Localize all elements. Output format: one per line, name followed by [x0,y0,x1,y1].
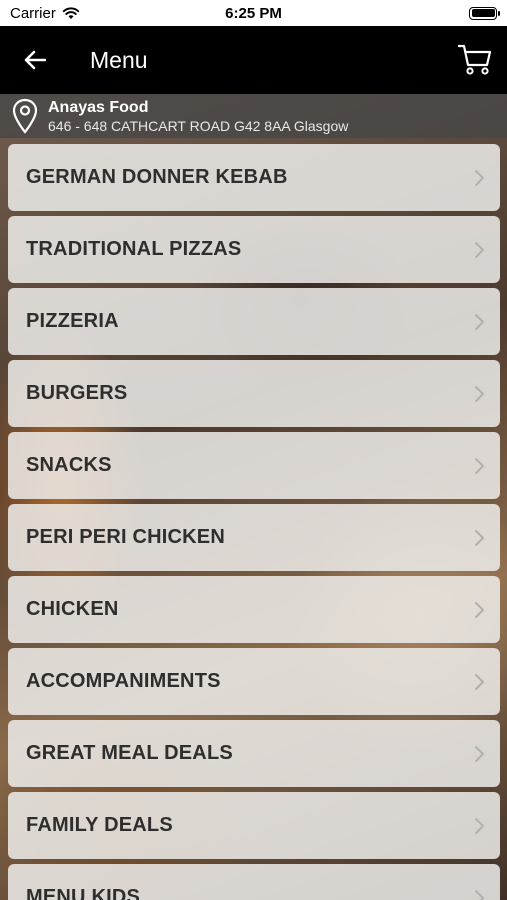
chevron-right-icon [475,673,484,690]
wifi-icon [62,7,80,19]
menu-item-great-meal-deals[interactable]: GREAT MEAL DEALS [8,720,500,787]
menu-item-menu-kids[interactable]: MENU KIDS [8,864,500,900]
menu-item-traditional-pizzas[interactable]: TRADITIONAL PIZZAS [8,216,500,283]
menu-item-label: CHICKEN [26,598,119,620]
menu-item-accompaniments[interactable]: ACCOMPANIMENTS [8,648,500,715]
chevron-right-icon [475,745,484,762]
chevron-right-icon [475,529,484,546]
chevron-right-icon [475,241,484,258]
chevron-right-icon [475,313,484,330]
chevron-right-icon [475,169,484,186]
chevron-right-icon [475,817,484,834]
cart-button[interactable] [455,40,495,80]
menu-item-label: GREAT MEAL DEALS [26,742,233,764]
status-left: Carrier [10,5,80,22]
menu-item-chicken[interactable]: CHICKEN [8,576,500,643]
location-pin-icon [12,98,38,134]
menu-item-label: TRADITIONAL PIZZAS [26,238,242,260]
menu-item-label: PIZZERIA [26,310,119,332]
cart-icon [458,44,492,75]
menu-item-label: ACCOMPANIMENTS [26,670,221,692]
menu-item-family-deals[interactable]: FAMILY DEALS [8,792,500,859]
carrier-label: Carrier [10,4,56,22]
restaurant-name: Anayas Food [48,98,149,116]
arrow-left-icon [24,50,46,70]
menu-item-snacks[interactable]: SNACKS [8,432,500,499]
menu-item-label: SNACKS [26,454,112,476]
location-bar: Anayas Food 646 - 648 CATHCART ROAD G42 … [0,94,507,138]
chevron-right-icon [475,457,484,474]
menu-item-label: BURGERS [26,382,128,404]
menu-item-label: PERI PERI CHICKEN [26,526,225,548]
chevron-right-icon [475,385,484,402]
page-title: Menu [90,46,148,73]
status-bar: Carrier 6:25 PM [0,0,507,26]
menu-item-pizzeria[interactable]: PIZZERIA [8,288,500,355]
restaurant-address: 646 - 648 CATHCART ROAD G42 8AA Glasgow [48,117,349,134]
battery-icon [469,6,500,20]
menu-list: GERMAN DONNER KEBAB TRADITIONAL PIZZAS P… [8,144,500,900]
location-text: Anayas Food 646 - 648 CATHCART ROAD G42 … [48,98,348,135]
nav-bar: Menu [0,26,507,94]
chevron-right-icon [475,889,484,900]
menu-item-label: MENU KIDS [26,886,141,900]
back-button[interactable] [0,26,70,94]
menu-item-peri-peri-chicken[interactable]: PERI PERI CHICKEN [8,504,500,571]
menu-item-burgers[interactable]: BURGERS [8,360,500,427]
menu-item-label: GERMAN DONNER KEBAB [26,166,288,188]
menu-item-german-donner-kebab[interactable]: GERMAN DONNER KEBAB [8,144,500,211]
menu-item-label: FAMILY DEALS [26,814,173,836]
chevron-right-icon [475,601,484,618]
